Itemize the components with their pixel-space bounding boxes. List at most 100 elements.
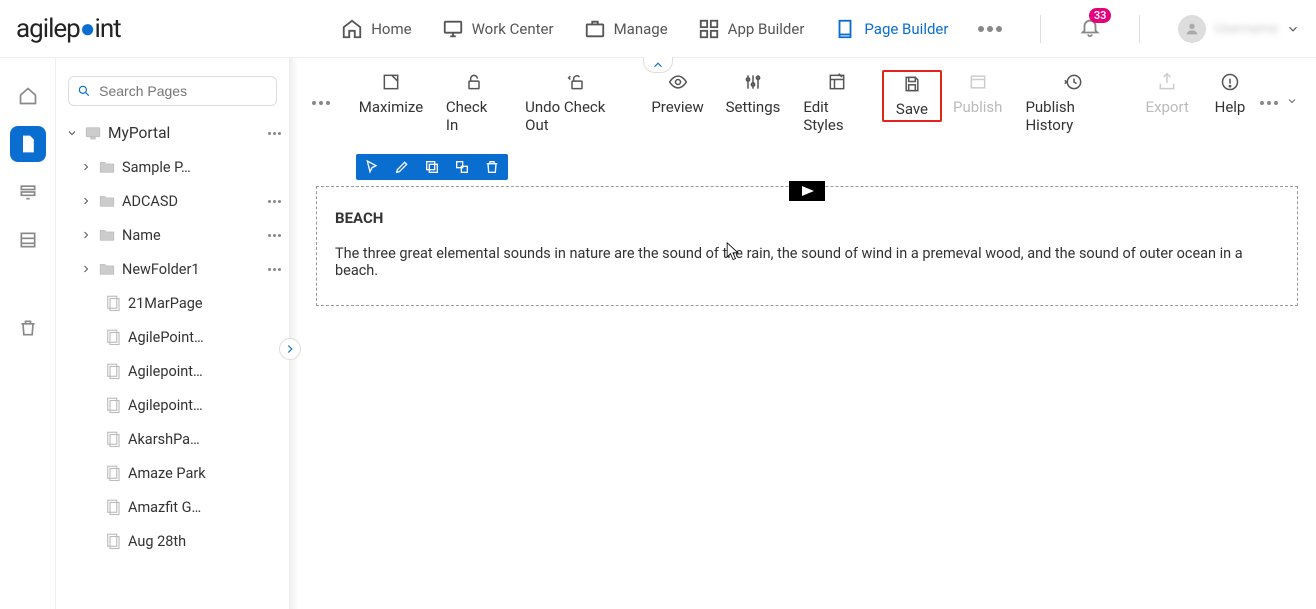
action-maximize[interactable]: Maximize [348,70,434,118]
action-undo-check-out[interactable]: Undo Check Out [513,70,640,136]
home-icon [341,18,363,40]
folder-icon [98,226,116,244]
tree-page-label: AgilePoint… [128,329,289,346]
tree-folder-label: NewFolder1 [122,261,259,278]
action-save[interactable]: Save [882,70,942,122]
tree-page[interactable]: Agilepoint… [56,354,289,388]
workbench: Maximize Check In Undo Check Out Preview… [298,58,1316,609]
nav-app-builder-label: App Builder [728,20,805,38]
search-input[interactable] [99,83,268,99]
element-toolbar [356,154,508,180]
left-rail [0,58,56,609]
tree-folder[interactable]: Name [56,218,289,252]
folder-icon [98,158,116,176]
tree-folder-label: Sample P… [122,159,259,176]
portal-icon [84,124,102,142]
tree-page-label: Agilepoint… [128,397,289,414]
rail-trash[interactable] [10,310,46,346]
tree-page[interactable]: Agilepoint… [56,388,289,422]
action-edit-styles[interactable]: Edit Styles [791,70,882,136]
tree-page[interactable]: Amaze Park [56,456,289,490]
nav-home[interactable]: Home [341,18,411,40]
divider [1040,15,1041,43]
tree-page[interactable]: 21MarPage [56,286,289,320]
maximize-icon [381,72,401,92]
grid-icon [698,18,720,40]
page-canvas[interactable]: BEACH The three great elemental sounds i… [298,148,1316,609]
tree-page[interactable]: Aug 28th [56,524,289,558]
page-icon [104,362,122,380]
search-icon [77,83,91,99]
action-label: Publish History [1025,98,1122,134]
nav-home-label: Home [371,20,411,38]
content-block[interactable]: BEACH The three great elemental sounds i… [316,186,1298,306]
page-icon [104,328,122,346]
row-menu-icon[interactable] [265,200,283,203]
divider [1139,15,1140,43]
publish-icon [968,72,988,92]
action-check-in[interactable]: Check In [434,70,513,136]
tree-page[interactable]: AkarshPa… [56,422,289,456]
tree-folder[interactable]: NewFolder1 [56,252,289,286]
notifications-button[interactable]: 33 [1079,16,1101,42]
video-badge [789,181,825,201]
pages-tree: MyPortal Sample P… ADCASD Name NewFolder1 2… [56,116,289,609]
nav-more-icon[interactable] [978,26,1002,32]
rail-home[interactable] [10,78,46,114]
nav-app-builder[interactable]: App Builder [698,18,805,40]
monitor-icon [442,18,464,40]
delete-icon[interactable] [484,159,500,175]
row-menu-icon[interactable] [265,132,283,135]
action-label: Maximize [359,98,423,116]
action-label: Export [1146,98,1189,116]
tree-collapse-button[interactable] [279,338,301,360]
help-icon [1220,72,1240,92]
nav-manage-label: Manage [614,20,668,38]
tree-folder-label: Name [122,227,259,244]
tree-page-label: Agilepoint… [128,363,289,380]
rail-pages[interactable] [10,126,46,162]
nav-work-center[interactable]: Work Center [442,18,554,40]
actions-toolbar: Maximize Check In Undo Check Out Preview… [298,58,1316,148]
tree-page[interactable]: AgilePoint… [56,320,289,354]
content-title: BEACH [335,209,1279,227]
search-pages[interactable] [68,76,277,106]
action-help[interactable]: Help [1200,70,1260,118]
page-icon [104,498,122,516]
tree-root[interactable]: MyPortal [56,116,289,150]
duplicate-icon[interactable] [454,159,470,175]
actions-more-trailing[interactable] [1260,101,1278,105]
tree-page-label: Amazfit G… [128,499,289,516]
user-menu[interactable]: Username [1178,15,1300,43]
nav-page-builder-label: Page Builder [864,20,948,38]
unlock-icon [464,72,484,92]
pages-tree-panel: MyPortal Sample P… ADCASD Name NewFolder1 2… [56,58,290,609]
action-settings[interactable]: Settings [715,70,792,118]
rail-components[interactable] [10,174,46,210]
page-icon [104,464,122,482]
nav-manage[interactable]: Manage [584,18,668,40]
rail-layouts[interactable] [10,222,46,258]
action-publish-history[interactable]: Publish History [1013,70,1134,136]
action-label: Settings [726,98,781,116]
action-preview[interactable]: Preview [640,70,714,118]
row-menu-icon[interactable] [265,268,283,271]
tree-folder[interactable]: ADCASD [56,184,289,218]
action-label: Edit Styles [803,98,870,134]
copy-icon[interactable] [424,159,440,175]
tree-page[interactable]: Amazfit G… [56,490,289,524]
lock-undo-icon [567,72,587,92]
select-icon[interactable] [364,159,380,175]
edit-icon[interactable] [394,159,410,175]
pages-icon [834,18,856,40]
page-icon [104,396,122,414]
nav-page-builder[interactable]: Page Builder [834,18,948,40]
action-label: Help [1215,98,1246,116]
tree-page-label: Aug 28th [128,533,289,550]
logo: agilep●int [16,13,121,44]
briefcase-icon [584,18,606,40]
actions-more-leading[interactable] [312,101,330,105]
tree-folder[interactable]: Sample P… [56,150,289,184]
actions-chevron-down[interactable] [1286,95,1298,111]
row-menu-icon[interactable] [265,234,283,237]
